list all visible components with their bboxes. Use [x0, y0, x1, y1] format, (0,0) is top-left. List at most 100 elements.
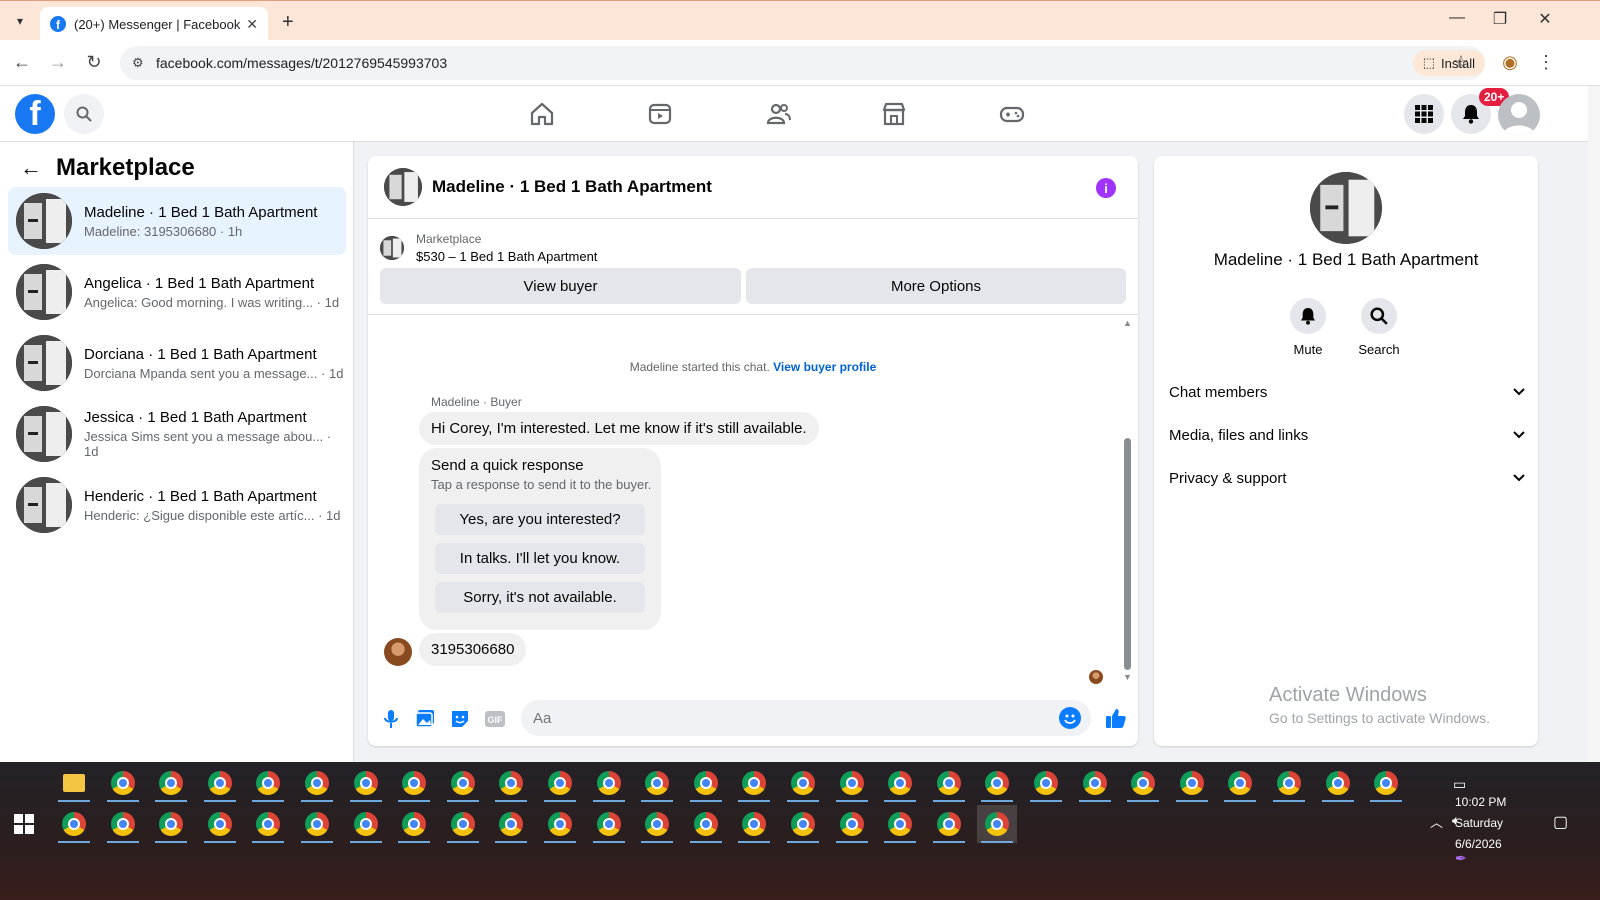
chrome-taskbar-icon[interactable]: [1220, 764, 1260, 802]
chrome-taskbar-icon[interactable]: [443, 764, 483, 802]
chrome-taskbar-icon[interactable]: [880, 805, 920, 843]
file-explorer-icon[interactable]: [54, 764, 94, 802]
bookmark-star-icon[interactable]: ☆: [1449, 52, 1473, 73]
new-tab-icon[interactable]: +: [282, 11, 294, 34]
minimize-icon[interactable]: —: [1442, 9, 1472, 27]
chrome-taskbar-icon[interactable]: [491, 805, 531, 843]
browser-tab[interactable]: f (20+) Messenger | Facebook ✕: [40, 7, 268, 41]
system-clock[interactable]: 10:02 PM Saturday 6/6/2026: [1455, 792, 1506, 855]
chrome-taskbar-icon[interactable]: [346, 805, 386, 843]
chrome-taskbar-icon[interactable]: [783, 805, 823, 843]
quick-response-option[interactable]: Yes, are you interested?: [435, 504, 645, 535]
chrome-taskbar-icon[interactable]: [248, 764, 288, 802]
tab-search-menu-icon[interactable]: ▾: [8, 9, 32, 33]
account-avatar[interactable]: [1498, 94, 1540, 136]
chrome-taskbar-icon[interactable]: [443, 805, 483, 843]
reload-icon[interactable]: ↻: [82, 52, 106, 73]
window-close-icon[interactable]: ✕: [1530, 9, 1560, 29]
chrome-taskbar-icon[interactable]: [297, 764, 337, 802]
fb-search-button[interactable]: [64, 94, 104, 134]
chrome-taskbar-icon[interactable]: [297, 805, 337, 843]
conversation-item[interactable]: Henderic · 1 Bed 1 Bath Apartment Henderi…: [8, 471, 346, 539]
more-options-button[interactable]: More Options: [746, 268, 1126, 304]
thumbs-up-icon[interactable]: [1104, 706, 1128, 730]
chat-title[interactable]: Madeline · 1 Bed 1 Bath Apartment: [432, 177, 712, 197]
message-input[interactable]: [533, 709, 1033, 727]
chrome-taskbar-icon[interactable]: [977, 805, 1018, 843]
emoji-icon[interactable]: [1059, 707, 1081, 729]
chrome-taskbar-icon[interactable]: [151, 764, 191, 802]
windows-start-icon[interactable]: [14, 814, 34, 834]
chrome-taskbar-icon[interactable]: [1123, 764, 1163, 802]
scroll-down-icon[interactable]: ▼: [1123, 672, 1132, 682]
address-bar[interactable]: ⚙ facebook.com/messages/t/20127695459937…: [120, 46, 1485, 80]
browser-menu-icon[interactable]: ⋮: [1534, 52, 1558, 73]
restore-icon[interactable]: ❐: [1485, 9, 1515, 29]
chrome-taskbar-icon[interactable]: [637, 764, 677, 802]
friends-icon[interactable]: [764, 100, 792, 128]
chrome-taskbar-icon[interactable]: [248, 805, 288, 843]
media-files-links-row[interactable]: Media, files and links: [1169, 415, 1525, 455]
gif-icon[interactable]: GIF: [484, 708, 506, 730]
chat-scrollbar[interactable]: [1124, 438, 1131, 670]
tab-close-icon[interactable]: ✕: [246, 16, 258, 33]
facebook-logo-icon[interactable]: f: [15, 94, 55, 134]
buyer-avatar[interactable]: [384, 638, 412, 666]
chrome-taskbar-icon[interactable]: [589, 805, 629, 843]
chrome-taskbar-icon[interactable]: [151, 805, 191, 843]
chrome-taskbar-icon[interactable]: [54, 805, 94, 843]
search-conversation-button[interactable]: Search: [1349, 298, 1409, 357]
back-arrow-icon[interactable]: ←: [20, 155, 42, 181]
chrome-taskbar-icon[interactable]: [1366, 764, 1406, 802]
video-icon[interactable]: [646, 100, 674, 128]
home-icon[interactable]: [528, 100, 556, 128]
conversation-item[interactable]: Madeline · 1 Bed 1 Bath Apartment Madelin…: [8, 187, 346, 255]
scroll-up-icon[interactable]: ▲: [1123, 318, 1132, 328]
marketplace-icon[interactable]: [880, 100, 908, 128]
chrome-taskbar-icon[interactable]: [1172, 764, 1212, 802]
pen-icon[interactable]: ✒: [1455, 850, 1467, 867]
chat-members-row[interactable]: Chat members: [1169, 372, 1525, 412]
quick-response-option[interactable]: In talks. I'll let you know.: [435, 543, 645, 574]
menu-grid-button[interactable]: [1404, 94, 1444, 134]
chrome-taskbar-icon[interactable]: [929, 764, 969, 802]
chrome-taskbar-icon[interactable]: [832, 805, 872, 843]
chrome-taskbar-icon[interactable]: [686, 805, 726, 843]
mute-button[interactable]: Mute: [1278, 298, 1338, 357]
chrome-taskbar-icon[interactable]: [637, 805, 677, 843]
chrome-taskbar-icon[interactable]: [346, 764, 386, 802]
view-buyer-button[interactable]: View buyer: [380, 268, 741, 304]
chrome-taskbar-icon[interactable]: [977, 764, 1017, 802]
microphone-icon[interactable]: [380, 708, 402, 730]
view-buyer-profile-link[interactable]: View buyer profile: [773, 360, 876, 374]
forward-icon[interactable]: →: [46, 52, 70, 73]
chrome-taskbar-icon[interactable]: [103, 764, 143, 802]
chrome-taskbar-icon[interactable]: [394, 805, 434, 843]
sticker-icon[interactable]: [449, 708, 471, 730]
conversation-item[interactable]: Angelica · 1 Bed 1 Bath Apartment Angelic…: [8, 258, 346, 326]
photo-icon[interactable]: [414, 708, 436, 730]
profile-icon[interactable]: ◉: [1498, 52, 1522, 73]
chrome-taskbar-icon[interactable]: [589, 764, 629, 802]
chrome-taskbar-icon[interactable]: [1269, 764, 1309, 802]
chrome-taskbar-icon[interactable]: [880, 764, 920, 802]
listing-price-title[interactable]: $530 – 1 Bed 1 Bath Apartment: [416, 248, 597, 266]
chrome-taskbar-icon[interactable]: [1026, 764, 1066, 802]
show-hidden-icons-icon[interactable]: ︿: [1430, 812, 1443, 831]
message-composer[interactable]: [521, 700, 1091, 736]
chrome-taskbar-icon[interactable]: [929, 805, 969, 843]
chrome-taskbar-icon[interactable]: [1318, 764, 1358, 802]
chrome-taskbar-icon[interactable]: [540, 764, 580, 802]
chrome-taskbar-icon[interactable]: [103, 805, 143, 843]
conversation-item[interactable]: Jessica · 1 Bed 1 Bath Apartment Jessica …: [8, 400, 346, 468]
conversation-item[interactable]: Dorciana · 1 Bed 1 Bath Apartment Dorcian…: [8, 329, 346, 397]
privacy-support-row[interactable]: Privacy & support: [1169, 458, 1525, 498]
chrome-taskbar-icon[interactable]: [783, 764, 823, 802]
network-icon[interactable]: ▭: [1453, 776, 1466, 793]
chrome-taskbar-icon[interactable]: [832, 764, 872, 802]
notification-center-icon[interactable]: ▢: [1553, 812, 1568, 832]
info-icon[interactable]: i: [1096, 178, 1116, 198]
back-icon[interactable]: ←: [10, 52, 34, 73]
chrome-taskbar-icon[interactable]: [491, 764, 531, 802]
chrome-taskbar-icon[interactable]: [540, 805, 580, 843]
